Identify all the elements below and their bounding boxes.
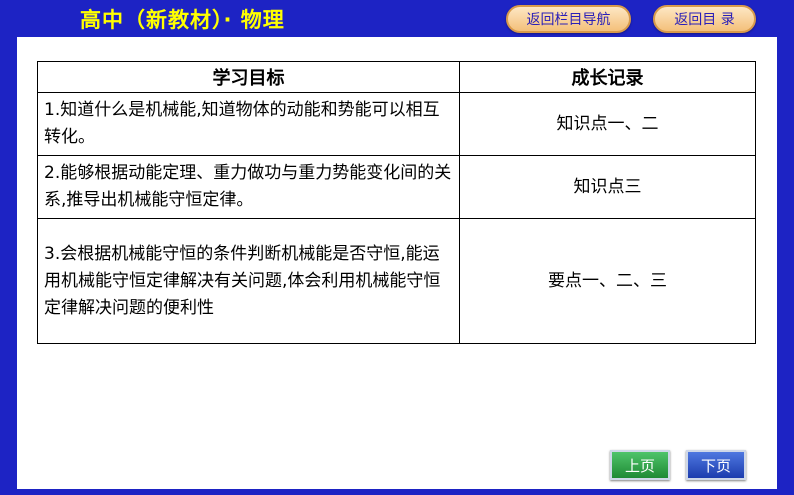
table-row: 1.知道什么是机械能,知道物体的动能和势能可以相互转化。 知识点一、二 [37, 92, 756, 156]
back-to-column-nav-button[interactable]: 返回栏目导航 [506, 5, 631, 33]
column-header-record: 成长记录 [459, 61, 756, 93]
record-cell: 知识点三 [459, 155, 756, 219]
table-row: 3.会根据机械能守恒的条件判断机械能是否守恒,能运用机械能守恒定律解决有关问题,… [37, 218, 756, 344]
column-header-goal: 学习目标 [37, 61, 460, 93]
page-title: 高中（新教材）· 物理 [80, 8, 285, 32]
back-to-toc-button[interactable]: 返回目 录 [653, 5, 756, 33]
goal-cell: 2.能够根据动能定理、重力做功与重力势能变化间的关系,推导出机械能守恒定律。 [37, 155, 460, 219]
goal-cell: 1.知道什么是机械能,知道物体的动能和势能可以相互转化。 [37, 92, 460, 156]
content-panel: 学习目标 成长记录 1.知道什么是机械能,知道物体的动能和势能可以相互转化。 知… [17, 37, 777, 489]
record-cell: 知识点一、二 [459, 92, 756, 156]
next-page-button[interactable]: 下页 [686, 450, 746, 480]
goal-cell: 3.会根据机械能守恒的条件判断机械能是否守恒,能运用机械能守恒定律解决有关问题,… [37, 218, 460, 344]
record-cell: 要点一、二、三 [459, 218, 756, 344]
prev-page-button[interactable]: 上页 [610, 450, 670, 480]
objectives-table: 学习目标 成长记录 1.知道什么是机械能,知道物体的动能和势能可以相互转化。 知… [37, 61, 756, 344]
table-row: 2.能够根据动能定理、重力做功与重力势能变化间的关系,推导出机械能守恒定律。 知… [37, 155, 756, 219]
table-header-row: 学习目标 成长记录 [37, 61, 756, 93]
